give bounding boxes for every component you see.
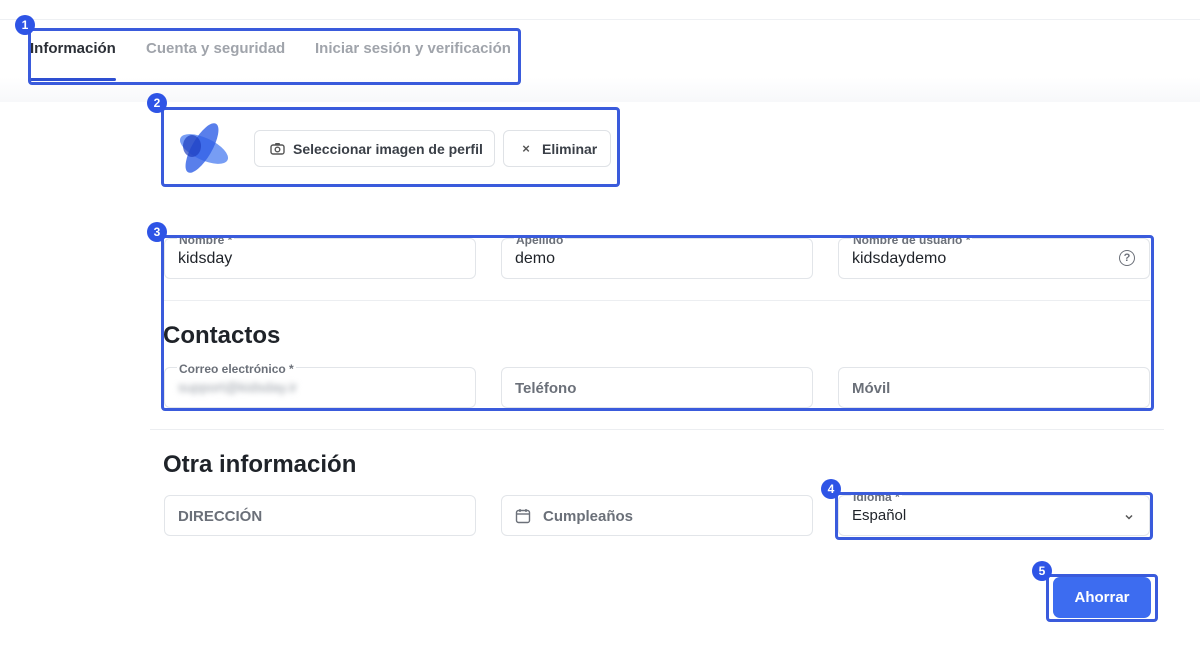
email-value: support@kidsday.ir bbox=[178, 379, 297, 395]
last-name-value: demo bbox=[515, 250, 556, 267]
other-info-title: Otra información bbox=[163, 451, 357, 478]
last-name-field[interactable]: Apellido demo bbox=[501, 233, 813, 279]
mobile-placeholder: Móvil bbox=[852, 380, 891, 397]
select-profile-image-button[interactable]: Seleccionar imagen de perfil bbox=[254, 130, 495, 167]
annotation-badge: 3 bbox=[147, 222, 167, 242]
remove-label: Eliminar bbox=[542, 140, 598, 157]
avatar bbox=[172, 116, 236, 180]
username-label: Nombre de usuario * bbox=[851, 233, 973, 247]
username-field[interactable]: Nombre de usuario * kidsdaydemo ? bbox=[838, 233, 1150, 279]
save-button[interactable]: Ahorrar bbox=[1053, 577, 1151, 618]
first-name-value: kidsday bbox=[178, 250, 233, 267]
remove-image-button[interactable]: × Eliminar bbox=[503, 130, 611, 167]
mobile-field[interactable]: Móvil bbox=[838, 367, 1150, 408]
tab-informacion[interactable]: Información bbox=[30, 40, 116, 57]
birthday-placeholder: Cumpleaños bbox=[543, 508, 634, 525]
tab-iniciar-sesion[interactable]: Iniciar sesión y verificación bbox=[315, 40, 511, 57]
help-icon[interactable]: ? bbox=[1119, 250, 1135, 266]
divider bbox=[150, 429, 1164, 430]
last-name-label: Apellido bbox=[514, 233, 566, 247]
first-name-label: Nombre * bbox=[177, 233, 235, 247]
language-select[interactable]: Idioma * Español bbox=[838, 490, 1150, 536]
address-field[interactable]: DIRECCIÓN bbox=[164, 495, 476, 536]
email-label: Correo electrónico * bbox=[177, 362, 296, 376]
tabs-bar bbox=[0, 20, 1200, 102]
chevron-down-icon bbox=[1123, 510, 1135, 528]
language-value: Español bbox=[852, 507, 907, 524]
annotation-badge: 4 bbox=[821, 479, 841, 499]
active-tab-indicator bbox=[30, 78, 116, 81]
first-name-field[interactable]: Nombre * kidsday bbox=[164, 233, 476, 279]
top-bar bbox=[0, 0, 1200, 20]
annotation-badge: 5 bbox=[1032, 561, 1052, 581]
camera-icon bbox=[269, 141, 285, 157]
annotation-badge: 2 bbox=[147, 93, 167, 113]
email-field[interactable]: Correo electrónico * support@kidsday.ir bbox=[164, 362, 476, 408]
birthday-field[interactable]: Cumpleaños bbox=[501, 495, 813, 536]
close-icon: × bbox=[522, 141, 530, 156]
select-profile-image-label: Seleccionar imagen de perfil bbox=[293, 140, 483, 157]
address-placeholder: DIRECCIÓN bbox=[178, 508, 263, 525]
divider bbox=[163, 300, 1150, 301]
annotation-badge: 1 bbox=[15, 15, 35, 35]
username-value: kidsdaydemo bbox=[852, 250, 947, 267]
phone-field[interactable]: Teléfono bbox=[501, 367, 813, 408]
calendar-icon bbox=[515, 508, 531, 529]
language-label: Idioma * bbox=[851, 490, 902, 504]
phone-placeholder: Teléfono bbox=[515, 380, 577, 397]
tab-cuenta-seguridad[interactable]: Cuenta y seguridad bbox=[146, 40, 285, 57]
contacts-title: Contactos bbox=[163, 322, 281, 349]
